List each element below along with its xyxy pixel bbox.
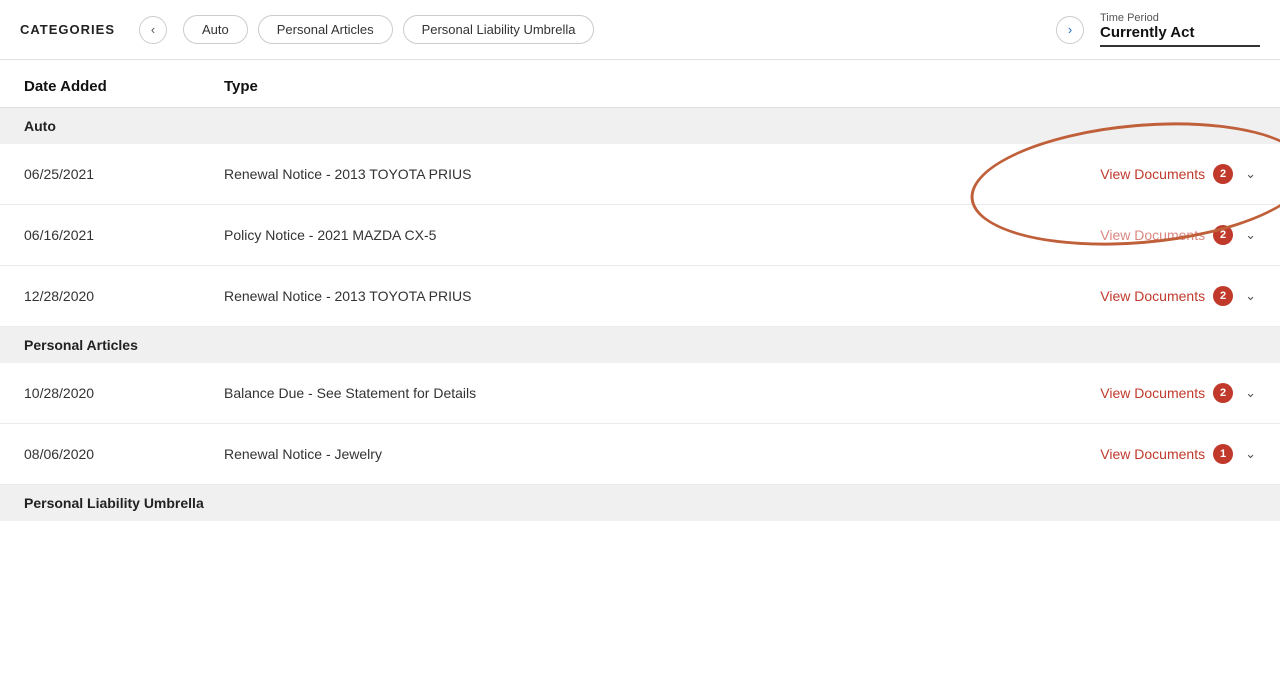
section-personal-liability-umbrella: Personal Liability Umbrella — [0, 485, 1280, 521]
cell-type: Renewal Notice - 2013 TOYOTA PRIUS — [224, 288, 1056, 304]
cell-action: View Documents 2 ⌄ — [1056, 383, 1256, 403]
categories-label: CATEGORIES — [20, 22, 115, 37]
col-type-header: Type — [224, 78, 1056, 95]
chevron-down-icon[interactable]: ⌄ — [1245, 385, 1256, 401]
cell-action: View Documents 2 ⌄ — [1056, 286, 1256, 306]
document-count-badge: 1 — [1213, 444, 1233, 464]
chevron-down-icon[interactable]: ⌄ — [1245, 227, 1256, 243]
col-date-header: Date Added — [24, 78, 224, 95]
tabs-container: Auto Personal Articles Personal Liabilit… — [183, 15, 1040, 44]
cell-type: Renewal Notice - 2013 TOYOTA PRIUS — [224, 166, 1056, 182]
chevron-down-icon[interactable]: ⌄ — [1245, 166, 1256, 182]
tab-personal-liability-umbrella[interactable]: Personal Liability Umbrella — [403, 15, 595, 44]
view-documents-link[interactable]: View Documents — [1100, 288, 1205, 304]
table-header: Date Added Type — [0, 60, 1280, 108]
cell-date: 08/06/2020 — [24, 446, 224, 462]
view-documents-link[interactable]: View Documents — [1100, 385, 1205, 401]
chevron-down-icon[interactable]: ⌄ — [1245, 446, 1256, 462]
header: CATEGORIES ‹ Auto Personal Articles Pers… — [0, 0, 1280, 60]
table-row: 12/28/2020 Renewal Notice - 2013 TOYOTA … — [0, 266, 1280, 327]
cell-type: Policy Notice - 2021 MAZDA CX-5 — [224, 227, 1056, 243]
tab-personal-articles[interactable]: Personal Articles — [258, 15, 393, 44]
view-documents-link[interactable]: View Documents — [1100, 446, 1205, 462]
table-area: Date Added Type Auto 06/25/2021 Renewal … — [0, 60, 1280, 521]
time-period-section: Time Period Currently Act — [1100, 12, 1260, 47]
section-personal-articles: Personal Articles — [0, 327, 1280, 363]
document-count-badge: 2 — [1213, 286, 1233, 306]
document-count-badge: 2 — [1213, 164, 1233, 184]
nav-next-button[interactable]: › — [1056, 16, 1084, 44]
view-documents-link[interactable]: View Documents — [1100, 166, 1205, 182]
document-count-badge: 2 — [1213, 225, 1233, 245]
chevron-down-icon[interactable]: ⌄ — [1245, 288, 1256, 304]
cell-date: 06/16/2021 — [24, 227, 224, 243]
cell-action: View Documents 1 ⌄ — [1056, 444, 1256, 464]
view-documents-link[interactable]: View Documents — [1100, 227, 1205, 243]
tab-auto[interactable]: Auto — [183, 15, 248, 44]
cell-date: 10/28/2020 — [24, 385, 224, 401]
col-action-header — [1056, 78, 1256, 95]
cell-action: View Documents 2 ⌄ — [1056, 225, 1256, 245]
time-period-value: Currently Act — [1100, 24, 1194, 41]
section-auto: Auto — [0, 108, 1280, 144]
cell-type: Balance Due - See Statement for Details — [224, 385, 1056, 401]
nav-prev-button[interactable]: ‹ — [139, 16, 167, 44]
time-period-label: Time Period — [1100, 12, 1260, 24]
table-row: 06/16/2021 Policy Notice - 2021 MAZDA CX… — [0, 205, 1280, 266]
cell-action: View Documents 2 ⌄ — [1056, 164, 1256, 184]
table-row: 10/28/2020 Balance Due - See Statement f… — [0, 363, 1280, 424]
cell-date: 12/28/2020 — [24, 288, 224, 304]
table-row: 08/06/2020 Renewal Notice - Jewelry View… — [0, 424, 1280, 485]
cell-type: Renewal Notice - Jewelry — [224, 446, 1056, 462]
document-count-badge: 2 — [1213, 383, 1233, 403]
table-row: 06/25/2021 Renewal Notice - 2013 TOYOTA … — [0, 144, 1280, 205]
cell-date: 06/25/2021 — [24, 166, 224, 182]
